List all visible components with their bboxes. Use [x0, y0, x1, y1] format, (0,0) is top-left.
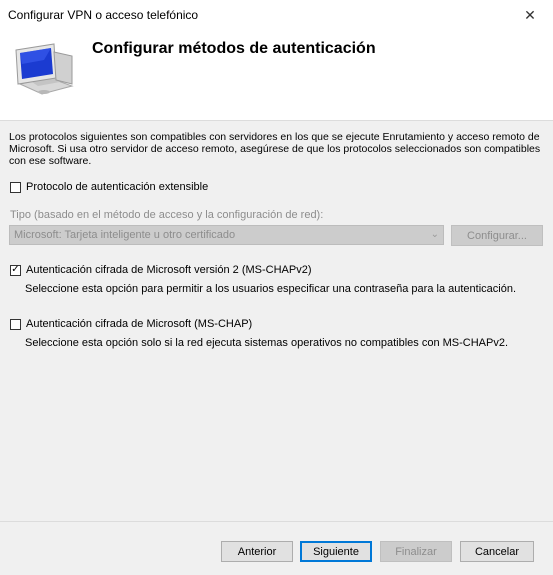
chevron-down-icon: ⌄: [430, 229, 439, 240]
mschap-description: Seleccione esta opción solo si la red ej…: [25, 337, 509, 349]
page-title: Configurar métodos de autenticación: [92, 40, 376, 57]
configure-button: Configurar...: [451, 225, 543, 246]
eap-type-select: Microsoft: Tarjeta inteligente u otro ce…: [9, 225, 444, 245]
mschapv2-checkbox[interactable]: ✓: [10, 264, 21, 276]
eap-option[interactable]: Protocolo de autenticación extensible: [10, 181, 208, 193]
wizard-content: Los protocolos siguientes son compatible…: [0, 121, 553, 521]
back-button[interactable]: Anterior: [221, 541, 293, 562]
title-bar: Configurar VPN o acceso telefónico ✕: [0, 0, 553, 30]
mschapv2-description: Seleccione esta opción para permitir a l…: [25, 283, 517, 295]
cancel-button[interactable]: Cancelar: [460, 541, 534, 562]
footer-divider: [0, 521, 553, 522]
window-title: Configurar VPN o acceso telefónico: [8, 8, 199, 22]
next-button[interactable]: Siguiente: [300, 541, 372, 562]
mschap-label: Autenticación cifrada de Microsoft (MS-C…: [26, 318, 253, 330]
mschapv2-label: Autenticación cifrada de Microsoft versi…: [26, 264, 312, 276]
finish-button: Finalizar: [380, 541, 452, 562]
mschap-option[interactable]: Autenticación cifrada de Microsoft (MS-C…: [10, 318, 252, 330]
mschap-checkbox[interactable]: [10, 318, 21, 330]
eap-type-label: Tipo (basado en el método de acceso y la…: [10, 209, 324, 221]
mschapv2-option[interactable]: ✓ Autenticación cifrada de Microsoft ver…: [10, 264, 312, 276]
eap-type-value: Microsoft: Tarjeta inteligente u otro ce…: [14, 229, 236, 241]
intro-text: Los protocolos siguientes son compatible…: [9, 131, 541, 167]
computer-monitor-icon: [15, 43, 74, 95]
eap-checkbox[interactable]: [10, 181, 21, 193]
checkmark-icon: ✓: [11, 264, 20, 275]
wizard-header: Configurar métodos de autenticación: [0, 30, 553, 121]
eap-label: Protocolo de autenticación extensible: [26, 181, 209, 193]
close-button[interactable]: ✕: [507, 0, 553, 30]
close-icon: ✕: [524, 6, 536, 23]
